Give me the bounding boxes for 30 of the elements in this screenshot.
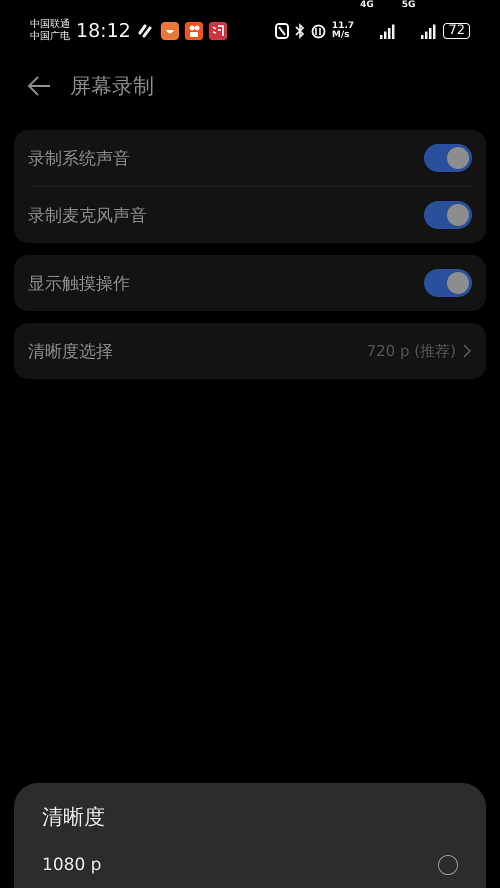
setting-label: 清晰度选择 [28,340,114,362]
toggle-switch[interactable] [424,269,472,297]
battery-level: 72 [443,23,470,39]
nfc-icon [274,23,289,39]
carrier-name: 中国广电 [30,31,70,43]
setting-label: 录制系统声音 [28,148,131,170]
radio-button[interactable] [438,855,458,875]
setting-value: 720 p (推荐) [366,342,456,360]
network-speed: 11.7 [332,22,354,31]
option-label: 1080 p [42,855,102,875]
page-title: 屏幕录制 [70,73,154,100]
app-icon [160,22,179,40]
signal-icon [421,23,438,39]
network-speed: M/s [332,31,351,40]
chevron-icon[interactable] [462,344,472,358]
circle-icon [310,24,326,38]
app-icon [184,22,203,40]
signal-icon [380,23,396,39]
setting-label: 显示触摸操作 [28,272,131,294]
network-type: 4G [360,0,374,10]
clock: 18:12 [76,20,131,42]
back-icon[interactable] [26,75,52,97]
bluetooth-icon [294,23,305,39]
toggle-switch[interactable] [424,144,472,172]
network-type: 5G [402,0,416,10]
app-icon [208,22,227,40]
sheet-title: 清晰度 [42,804,106,831]
carrier-name: 中国联通 [30,19,70,30]
setting-label: 录制麦克风声音 [28,204,148,226]
toggle-switch[interactable] [424,201,472,229]
